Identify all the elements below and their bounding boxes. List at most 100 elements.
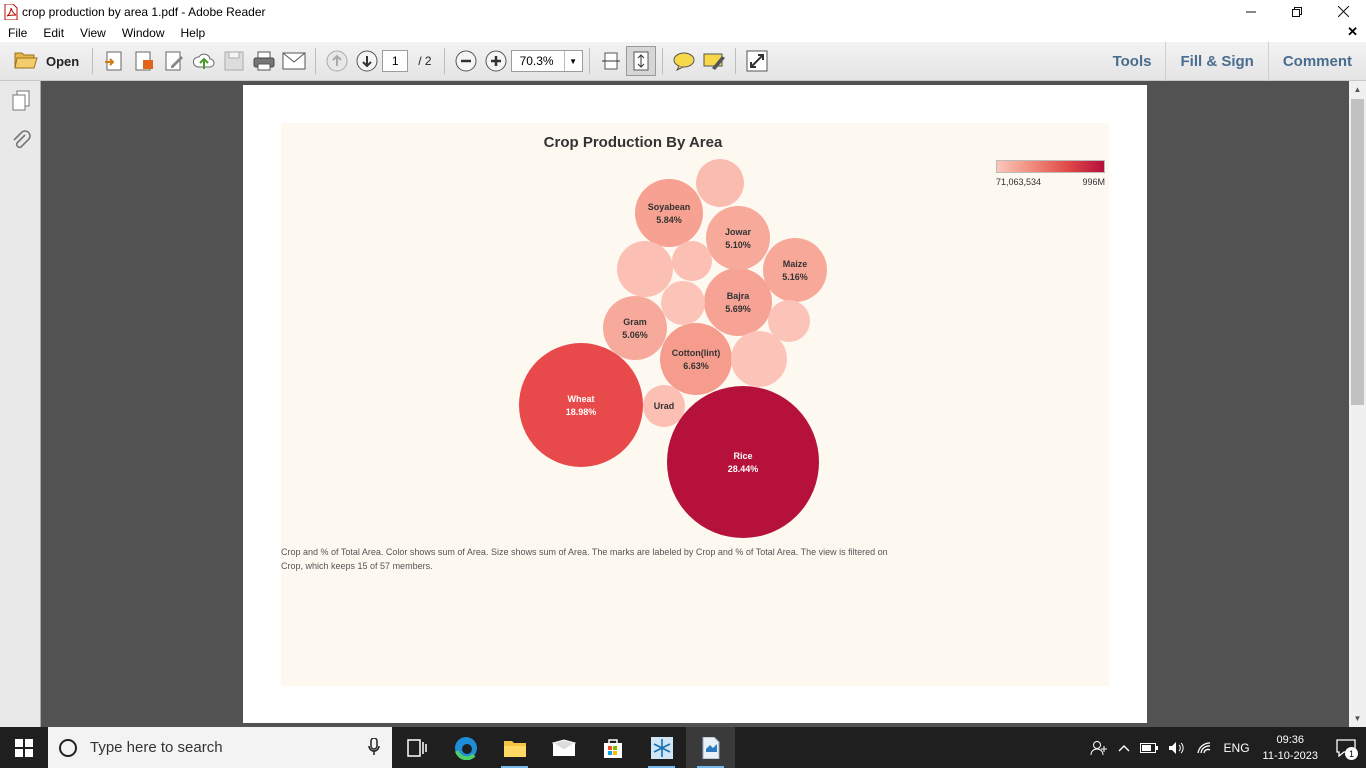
- menu-view[interactable]: View: [72, 26, 114, 40]
- taskbar-search[interactable]: Type here to search: [48, 727, 392, 768]
- fit-page-icon[interactable]: [625, 46, 656, 76]
- bubble-crop-label: Gram: [623, 317, 647, 327]
- attachments-icon[interactable]: [0, 121, 41, 161]
- microsoft-store-icon[interactable]: [588, 727, 637, 768]
- show-hidden-icons-icon[interactable]: [1113, 727, 1135, 768]
- bubble-crop-label: Maize: [783, 259, 808, 269]
- open-button[interactable]: Open: [8, 46, 85, 76]
- page-number-input[interactable]: 1: [382, 50, 409, 72]
- bubble-circle[interactable]: [661, 281, 705, 325]
- scroll-up-icon[interactable]: ▲: [1349, 81, 1366, 98]
- toolbar-separator: [92, 48, 94, 74]
- scroll-down-icon[interactable]: ▼: [1349, 710, 1366, 727]
- next-page-icon[interactable]: [352, 46, 382, 76]
- notification-center-icon[interactable]: 1: [1326, 727, 1366, 768]
- fit-width-icon[interactable]: [596, 46, 626, 76]
- menu-help[interactable]: Help: [173, 26, 214, 40]
- bubble-circle[interactable]: [696, 159, 744, 207]
- fullscreen-icon[interactable]: [742, 46, 772, 76]
- comment-tab[interactable]: Comment: [1267, 42, 1366, 81]
- bubble-gram[interactable]: Gram 5.06%: [603, 296, 667, 360]
- bubble-rice[interactable]: Rice 28.44%: [667, 386, 819, 538]
- bubble-crop-label: Cotton(lint): [672, 348, 720, 358]
- bubble-soyabean[interactable]: Soyabean 5.84%: [635, 179, 703, 247]
- bubble-cotton-lint-[interactable]: Cotton(lint) 6.63%: [660, 323, 732, 395]
- vertical-scrollbar[interactable]: ▲ ▼: [1349, 81, 1366, 727]
- battery-icon[interactable]: [1135, 727, 1163, 768]
- acrobat-reader-task-icon[interactable]: [686, 727, 735, 768]
- microphone-icon[interactable]: [368, 737, 380, 759]
- print-icon[interactable]: [249, 46, 279, 76]
- file-explorer-icon[interactable]: [490, 727, 539, 768]
- chevron-down-icon[interactable]: ▼: [563, 51, 582, 71]
- bubble-jowar[interactable]: Jowar 5.10%: [706, 206, 770, 270]
- bubble-unlabeled-10[interactable]: [617, 241, 673, 297]
- menu-file[interactable]: File: [0, 26, 35, 40]
- bubble-circle[interactable]: [603, 296, 667, 360]
- page-thumbnails-icon[interactable]: [0, 81, 41, 121]
- restore-button[interactable]: [1274, 0, 1320, 23]
- menu-edit[interactable]: Edit: [35, 26, 72, 40]
- bubble-circle[interactable]: [635, 179, 703, 247]
- wifi-icon[interactable]: [1191, 727, 1219, 768]
- bubble-circle[interactable]: [672, 241, 712, 281]
- bubble-circle[interactable]: [704, 268, 772, 336]
- close-button[interactable]: [1320, 0, 1366, 23]
- fill-sign-tab[interactable]: Fill & Sign: [1165, 42, 1267, 81]
- previous-page-icon[interactable]: [322, 46, 352, 76]
- email-icon[interactable]: [279, 46, 309, 76]
- bubble-crop-label: Jowar: [725, 227, 752, 237]
- bubble-pct-label: 5.69%: [725, 304, 751, 314]
- bubble-unlabeled-12[interactable]: [661, 281, 705, 325]
- mail-icon[interactable]: [539, 727, 588, 768]
- bubble-bajra[interactable]: Bajra 5.69%: [704, 268, 772, 336]
- bubble-unlabeled-9[interactable]: [696, 159, 744, 207]
- bubble-circle[interactable]: [706, 206, 770, 270]
- comment-icon[interactable]: [669, 46, 699, 76]
- zoom-in-icon[interactable]: [481, 46, 511, 76]
- minimize-button[interactable]: [1228, 0, 1274, 23]
- zoom-out-icon[interactable]: [451, 46, 481, 76]
- zoom-select[interactable]: 70.3% ▼: [510, 50, 583, 72]
- upload-cloud-icon[interactable]: [189, 46, 219, 76]
- bubble-wheat[interactable]: Wheat 18.98%: [519, 343, 643, 467]
- save-icon[interactable]: [219, 46, 249, 76]
- volume-icon[interactable]: [1163, 727, 1191, 768]
- bubble-circle[interactable]: [660, 323, 732, 395]
- bubble-circle[interactable]: [519, 343, 643, 467]
- tools-tab[interactable]: Tools: [1099, 42, 1166, 81]
- snowflake-app-icon[interactable]: [637, 727, 686, 768]
- windows-start-icon[interactable]: [0, 727, 48, 768]
- bubble-circle[interactable]: [667, 386, 819, 538]
- edit-pdf-icon[interactable]: [159, 46, 189, 76]
- task-view-icon[interactable]: [392, 727, 441, 768]
- bubble-maize[interactable]: Maize 5.16%: [763, 238, 827, 302]
- people-icon[interactable]: [1085, 727, 1113, 768]
- bubble-crop-label: Soyabean: [648, 202, 691, 212]
- menu-window[interactable]: Window: [114, 26, 173, 40]
- export-pdf-icon[interactable]: [129, 46, 159, 76]
- bubble-circle[interactable]: [617, 241, 673, 297]
- edge-browser-icon[interactable]: [441, 727, 490, 768]
- bubble-unlabeled-14[interactable]: [731, 331, 787, 387]
- caption-line-2: Crop, which keeps 15 of 57 members.: [281, 561, 433, 571]
- bubble-pct-label: 18.98%: [566, 407, 597, 417]
- acrobat-pdf-icon: [4, 3, 18, 20]
- clock[interactable]: 09:36 11-10-2023: [1255, 732, 1326, 764]
- highlight-icon[interactable]: [699, 46, 729, 76]
- navigation-pane: [0, 81, 41, 727]
- window-title: crop production by area 1.pdf - Adobe Re…: [22, 4, 266, 19]
- bubble-pct-label: 5.84%: [656, 215, 682, 225]
- bubble-circle[interactable]: [763, 238, 827, 302]
- language-indicator[interactable]: ENG: [1219, 727, 1255, 768]
- bubble-unlabeled-11[interactable]: [672, 241, 712, 281]
- chart-caption: Crop and % of Total Area. Color shows su…: [281, 545, 981, 573]
- bubble-crop-label: Bajra: [727, 291, 751, 301]
- bubble-circle[interactable]: [731, 331, 787, 387]
- close-document-icon[interactable]: ✕: [1347, 24, 1358, 40]
- scrollbar-thumb[interactable]: [1351, 99, 1364, 405]
- bubble-pct-label: 5.16%: [782, 272, 808, 282]
- create-pdf-icon[interactable]: [99, 46, 129, 76]
- bubble-urad[interactable]: Urad: [643, 385, 685, 427]
- document-area: Crop Production By Area 71,063,534 996M …: [42, 81, 1349, 727]
